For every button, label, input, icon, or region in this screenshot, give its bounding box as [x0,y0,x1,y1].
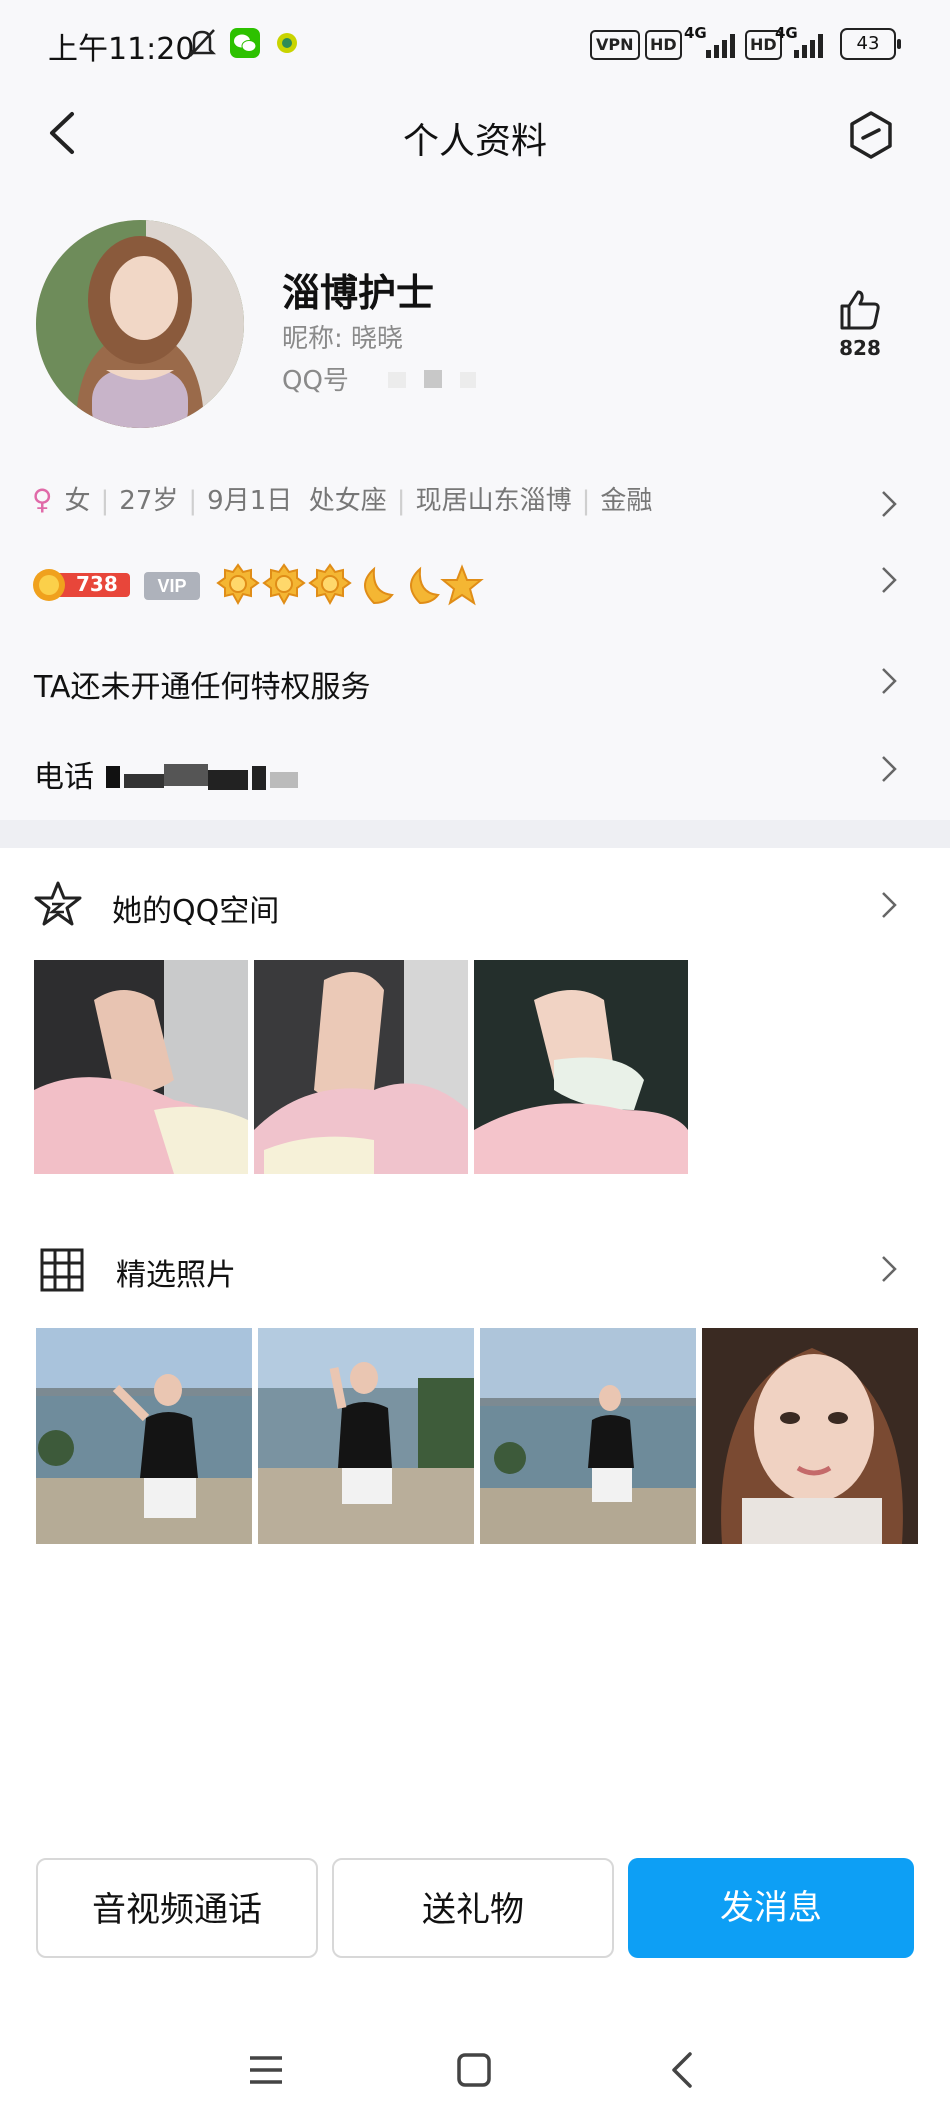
sun-level-icon [216,563,260,606]
qzone-thumbnail[interactable] [34,960,248,1174]
chevron-right-icon [882,756,897,782]
chevron-right-icon [882,491,897,517]
profile-nickname: 昵称: 晓晓 [282,324,404,354]
wechat-icon [230,28,260,58]
avatar[interactable] [36,220,244,428]
signal-icon-2 [792,30,832,58]
av-call-button[interactable]: 音视频通话 [36,1858,318,1958]
phone-number-redacted [106,764,298,790]
qzone-star-icon [34,881,82,926]
section-divider [0,820,950,848]
qq-number-redacted [388,372,406,388]
moon-level-icon [410,566,440,605]
back-nav-icon[interactable] [668,2050,696,2090]
moon-level-icon [364,566,394,605]
chevron-right-icon [882,892,897,918]
menu-icon[interactable] [248,2054,284,2086]
vip-badge: VIP [144,572,200,600]
points-value: 738 [76,572,118,596]
settings-hexagon-icon[interactable] [848,110,894,160]
featured-photos-title[interactable]: 精选照片 [116,1250,236,1294]
status-time: 上午11:20 [48,32,195,67]
profile-qq-label: QQ号 [282,366,349,396]
system-nav-bar [0,2000,950,2111]
send-gift-button[interactable]: 送礼物 [332,1858,614,1958]
sun-level-icon [308,563,352,606]
privilege-row[interactable]: TA还未开通任何特权服务 [34,662,371,706]
chevron-right-icon [882,567,897,593]
status-bar: 上午11:20 VPN HD 4G HD 4G 43 [0,0,950,90]
qzone-thumbnail[interactable] [474,960,688,1174]
chevron-right-icon [882,668,897,694]
like-count: 828 [839,336,881,360]
info-age: 27岁 [119,486,179,516]
profile-name: 淄博护士 [282,271,435,315]
qzone-title[interactable]: 她的QQ空间 [112,886,279,930]
info-birthday: 9月1日 [207,486,293,516]
featured-photo[interactable] [702,1328,918,1544]
featured-photo[interactable] [480,1328,696,1544]
basic-info-row[interactable]: ♀ 女 | 27岁 | 9月1日 处女座 | 现居山东淄博 | 金融 [32,480,652,517]
phone-row[interactable]: 电话 [34,752,94,796]
sun-level-icon [262,563,306,606]
home-icon[interactable] [456,2052,492,2088]
thumbs-up-icon[interactable] [838,288,882,332]
send-message-button[interactable]: 发消息 [628,1858,914,1958]
featured-photo[interactable] [258,1328,474,1544]
featured-photo[interactable] [36,1328,252,1544]
qq-number-redacted-3 [460,372,476,388]
page-title: 个人资料 [402,121,547,162]
app-notification-icon [277,33,297,53]
info-industry: 金融 [600,486,653,516]
star-level-icon [440,564,484,606]
mute-bell-icon [187,29,217,57]
info-gender: 女 [64,486,91,516]
vpn-indicator: VPN [590,30,640,60]
qzone-thumbnail[interactable] [254,960,468,1174]
qq-number-redacted-2 [424,370,442,388]
photo-grid-icon [40,1248,84,1292]
female-gender-icon: ♀ [32,483,53,516]
hd-indicator-1: HD [645,30,682,60]
info-location: 现居山东淄博 [415,486,572,516]
chevron-right-icon [882,1256,897,1282]
signal-icon-1 [700,30,740,58]
points-badge[interactable]: 738 [32,568,132,602]
qq-level-icons[interactable] [216,563,486,607]
info-zodiac: 处女座 [308,486,387,516]
battery-indicator: 43 [840,28,901,60]
